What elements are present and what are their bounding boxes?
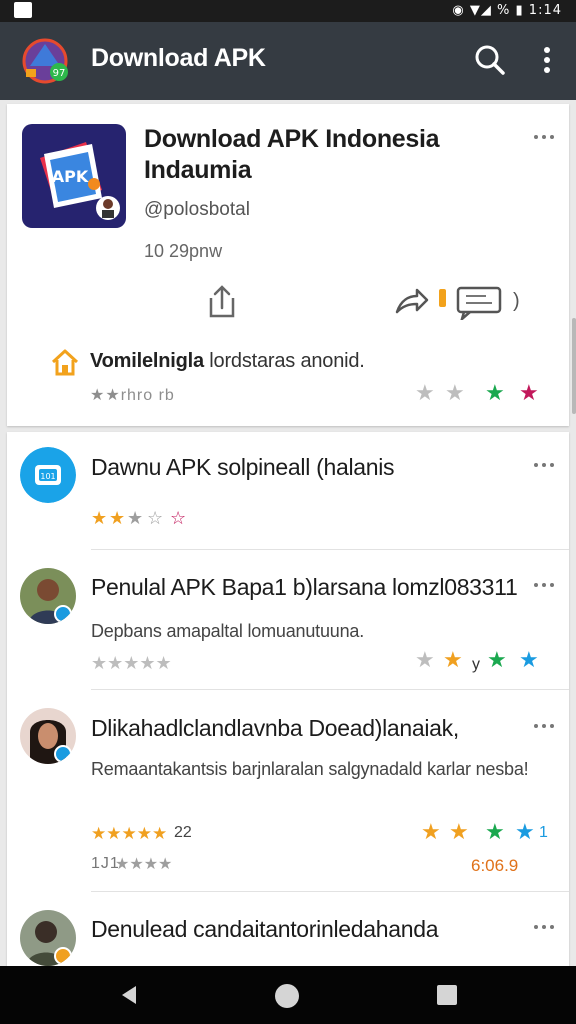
svg-text:APK: APK [52, 167, 89, 186]
back-icon[interactable] [118, 984, 140, 1006]
highlight-mark [439, 289, 446, 307]
star-icon[interactable]: ★ [421, 822, 441, 844]
promo-text: Vomilelnigla lordstaras anonid. [90, 350, 365, 372]
featured-more-icon[interactable] [533, 130, 559, 144]
star-icon: ★★★★★ [91, 824, 168, 844]
star-icon: ★★★★ [115, 854, 173, 873]
app-list-card: 101 Dawnu APK solpineall (halanis ★ ★ ★ … [7, 432, 569, 966]
recents-button[interactable] [437, 985, 457, 1005]
featured-app-title[interactable]: Download APK Indonesia Indaumia [144, 124, 504, 186]
forward-icon[interactable] [393, 284, 429, 318]
list-item-title[interactable]: Penulal APK Bapa1 b)larsana lomzl083311 [91, 574, 518, 601]
list-item-subtitle: Remaantakantsis barjnlaralan salgynadald… [91, 759, 529, 779]
star-icon: ★★★★★ [91, 653, 172, 674]
star-icon: ☆ [147, 508, 164, 529]
more-icon[interactable] [533, 458, 559, 472]
star-icon[interactable]: ★ [415, 383, 435, 405]
more-icon[interactable] [533, 920, 559, 934]
count-label: ) [513, 290, 520, 312]
star-icon[interactable]: ★ [519, 383, 539, 405]
star-icon: ★ [91, 508, 108, 529]
app-title: Download APK [91, 44, 266, 72]
star-icon[interactable]: ★ [443, 650, 463, 672]
list-item-title[interactable]: Dawnu APK solpineall (halanis [91, 454, 395, 481]
scrollbar[interactable] [572, 318, 576, 414]
star-icon[interactable]: ★ [485, 822, 505, 844]
user-avatar[interactable] [20, 708, 76, 764]
more-icon[interactable] [533, 719, 559, 733]
divider [91, 689, 569, 690]
system-nav-bar [0, 966, 576, 1024]
app-logo-icon[interactable]: 97 [20, 36, 70, 86]
list-item-subtitle: Depbans amapaltal lomuanutuuna. [91, 621, 364, 641]
star-icon: ★ [109, 508, 126, 529]
star-icon[interactable]: ★ [515, 822, 535, 844]
svg-text:101: 101 [40, 472, 55, 481]
apk-app-icon[interactable]: APK [22, 124, 126, 228]
battery-text: % [497, 3, 511, 18]
share-icon[interactable] [203, 282, 241, 320]
rating-label: 1 [539, 824, 548, 841]
home-button[interactable] [275, 984, 299, 1008]
divider [91, 549, 569, 550]
app-bar: 97 Download APK [0, 22, 576, 100]
search-icon[interactable] [472, 42, 508, 78]
star-icon[interactable]: ★ [485, 383, 505, 405]
star-icon: ☆ [170, 508, 187, 529]
battery-icon: ▮ [515, 3, 524, 18]
star-icon[interactable]: ★ [449, 822, 469, 844]
divider [91, 891, 569, 892]
star-icon[interactable]: ★ [445, 383, 465, 405]
featured-app-card[interactable]: APK Download APK Indonesia Indaumia @pol… [7, 104, 569, 426]
user-avatar[interactable] [20, 910, 76, 966]
star-icon[interactable]: ★ [415, 650, 435, 672]
rating-label: y [472, 656, 480, 673]
clock: 1:14 [528, 3, 562, 18]
list-item-title[interactable]: Dlikahadlclandlavnba Doead)lanaiak, [91, 715, 459, 742]
rating-label: ★★rhro rb [90, 387, 175, 404]
home-icon [51, 349, 79, 376]
post-time: 10 29pnw [144, 241, 223, 261]
user-avatar[interactable] [20, 568, 76, 624]
status-bar: ◉ ▼◢ % ▮ 1:14 [0, 0, 576, 22]
more-icon[interactable] [533, 578, 559, 592]
notification-icon [14, 2, 32, 18]
publisher-handle[interactable]: @polosbotal [144, 199, 250, 221]
star-icon[interactable]: ★ [487, 650, 507, 672]
star-icon[interactable]: ★ [519, 650, 539, 672]
app-avatar-icon[interactable]: 101 [20, 447, 76, 503]
overflow-menu-icon[interactable] [532, 42, 562, 78]
signal-icon: ◉ ▼◢ [452, 3, 497, 18]
rating-value: 6:06.9 [471, 856, 519, 875]
svg-text:97: 97 [53, 68, 66, 79]
list-item-title[interactable]: Denulead candaitantorinledahanda [91, 916, 439, 943]
star-icon: ★ [127, 508, 144, 529]
comment-icon[interactable] [456, 284, 502, 320]
rating-count: 22 [174, 824, 192, 841]
